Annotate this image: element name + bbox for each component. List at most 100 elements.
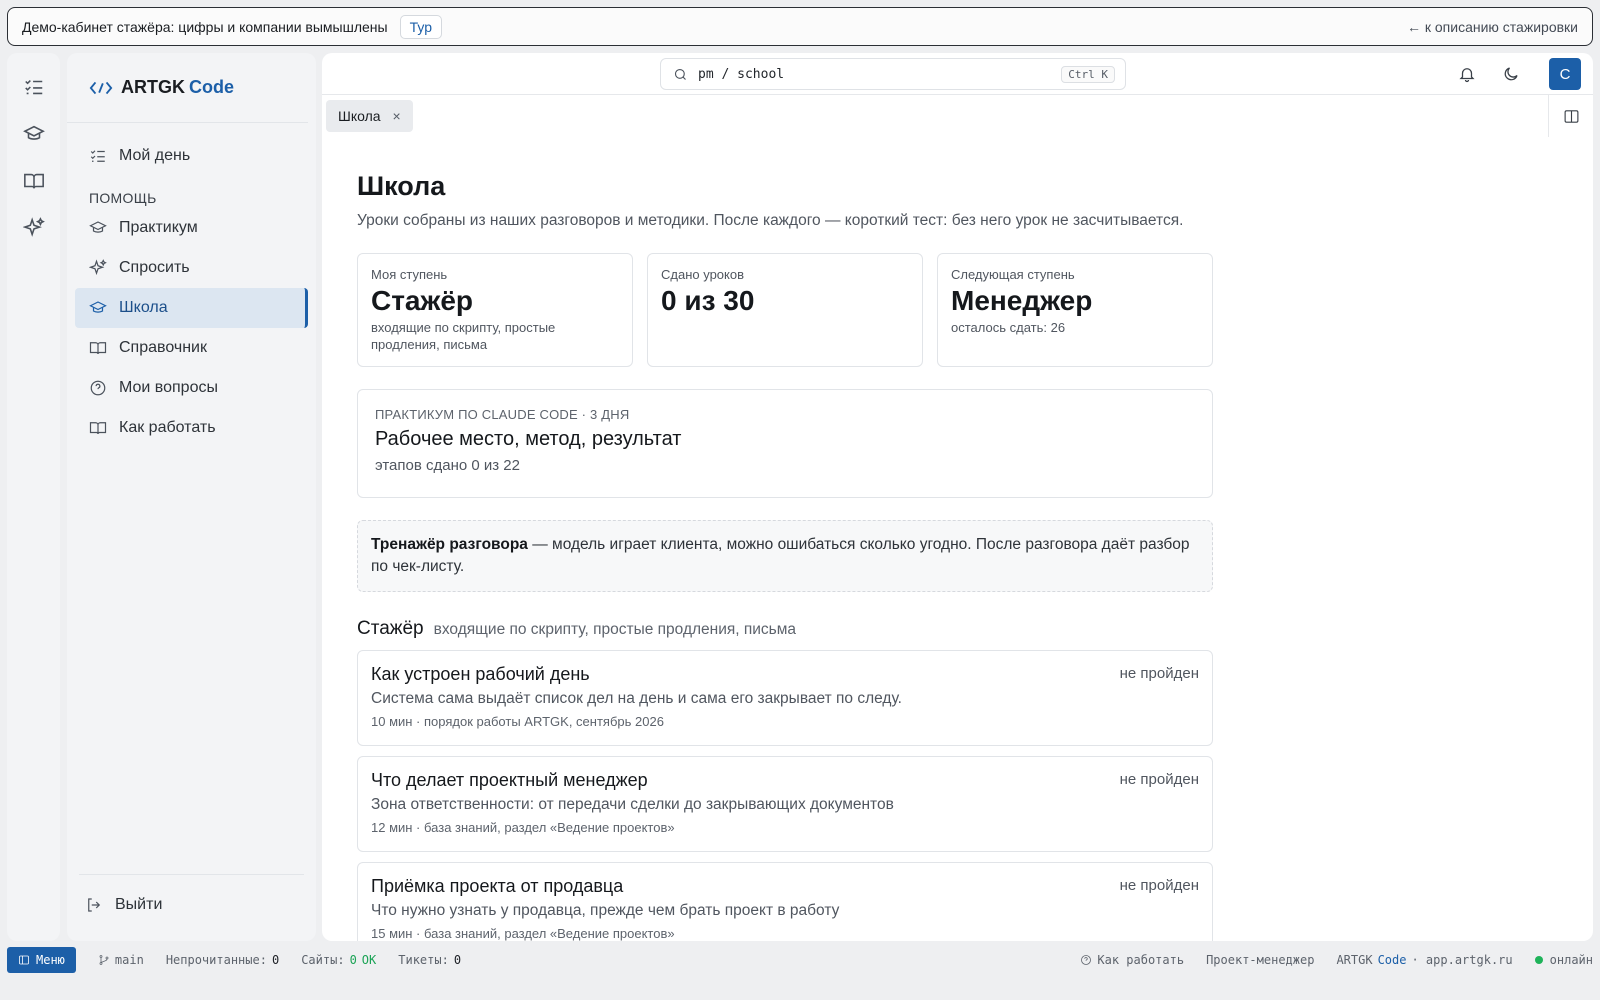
practicum-course-card[interactable]: ПРАКТИКУМ ПО CLAUDE CODE · 3 ДНЯ Рабочее… — [357, 389, 1213, 498]
sidebar-panel-icon — [19, 955, 29, 965]
lesson-card[interactable]: Что делает проектный менеджер Зона ответ… — [357, 756, 1213, 852]
tickets-count: 0 — [453, 953, 462, 967]
rail-ask-button[interactable] — [17, 211, 51, 245]
tab-close-icon[interactable]: × — [393, 108, 401, 124]
stat-label: Следующая ступень — [951, 267, 1075, 282]
sparkles-icon — [89, 259, 107, 276]
user-avatar[interactable]: С — [1549, 58, 1581, 90]
lesson-meta: 12 мин · база знаний, раздел «Ведение пр… — [371, 820, 675, 835]
split-view-button[interactable] — [1559, 104, 1583, 128]
sidebar-item-label: Как работать — [119, 419, 216, 436]
lesson-desc: Зона ответственности: от передачи сделки… — [371, 796, 894, 813]
git-branch[interactable]: main — [98, 953, 144, 967]
graduation-cap-icon — [22, 125, 45, 140]
book-open-icon — [23, 173, 44, 189]
checklist-icon — [24, 80, 42, 95]
how-to-work-label: Как работать — [1097, 953, 1185, 967]
tab-label: Школа — [338, 108, 381, 124]
lesson-card[interactable]: Как устроен рабочий день Система сама вы… — [357, 650, 1213, 746]
sites-label: Сайты: — [301, 953, 345, 967]
online-dot-icon — [1534, 956, 1543, 964]
question-circle-icon — [90, 380, 106, 396]
sites-count: 0 — [349, 953, 357, 967]
branch-name: main — [114, 953, 144, 967]
sidebar-item-how-to-work[interactable]: Как работать — [75, 408, 308, 448]
sidebar-section-help: ПОМОЩЬ — [89, 190, 157, 206]
menu-label: Меню — [36, 953, 65, 967]
status-brand-name: ARTGK — [1336, 953, 1373, 967]
stats-row: Моя ступень Стажёр входящие по скрипту, … — [357, 253, 1213, 367]
tour-button[interactable]: Тур — [399, 14, 442, 39]
stat-label: Моя ступень — [371, 267, 448, 282]
stat-value: Стажёр — [371, 285, 474, 316]
sparkles-icon — [22, 217, 45, 237]
lesson-status: не пройден — [1119, 665, 1199, 682]
lesson-meta: 15 мин · база знаний, раздел «Ведение пр… — [371, 926, 675, 941]
sidebar-item-ask[interactable]: Спросить — [75, 248, 308, 288]
rail-reference-button[interactable] — [17, 164, 51, 198]
unread-count: 0 — [271, 953, 280, 967]
logout-label: Выйти — [115, 896, 163, 913]
book-open-icon — [89, 342, 107, 355]
lesson-desc: Система сама выдаёт список дел на день и… — [371, 690, 902, 707]
rail-my-day-button[interactable] — [17, 70, 51, 104]
sites-counter[interactable]: Сайты: 0 OK — [301, 953, 376, 967]
rail-school-button[interactable] — [17, 117, 51, 151]
status-bar: Меню main Непрочитанные: 0 Сайты: 0 OK Т… — [7, 947, 1593, 973]
lesson-card[interactable]: Приёмка проекта от продавца Что нужно уз… — [357, 862, 1213, 941]
back-to-internship-link[interactable]: ← к описанию стажировки — [1407, 19, 1578, 35]
status-brand-accent: Code — [1377, 953, 1407, 967]
status-bar-right: Как работать Проект-менеджер ARTGK Code … — [1058, 953, 1593, 967]
course-eyebrow: ПРАКТИКУМ ПО CLAUDE CODE · 3 ДНЯ — [375, 407, 630, 422]
brand-name: ARTGK — [121, 77, 185, 97]
sidebar-item-label: Практикум — [119, 219, 198, 236]
book-open-icon — [89, 422, 107, 435]
sidebar-item-label: Мой день — [119, 147, 191, 164]
git-branch-icon — [99, 955, 109, 965]
notifications-button[interactable] — [1451, 58, 1483, 90]
search-input[interactable]: pm / school Ctrl K — [660, 58, 1126, 90]
sidebar-item-reference[interactable]: Справочник — [75, 328, 308, 368]
moon-icon — [1504, 67, 1518, 81]
conversation-trainer-card[interactable]: Тренажёр разговора — модель играет клиен… — [357, 520, 1213, 592]
level-heading: Стажёр входящие по скрипту, простые прод… — [357, 618, 1213, 640]
lesson-status: не пройден — [1119, 877, 1199, 894]
online-indicator: онлайн — [1534, 953, 1593, 967]
sidebar-item-practicum[interactable]: Практикум — [75, 208, 308, 248]
stat-label: Сдано уроков — [661, 267, 745, 282]
theme-toggle-button[interactable] — [1495, 58, 1527, 90]
course-progress: этапов сдано 0 из 22 — [375, 457, 520, 474]
logout-section: Выйти — [79, 874, 304, 925]
unread-counter[interactable]: Непрочитанные: 0 — [166, 953, 279, 967]
search-icon — [674, 68, 686, 80]
split-panel-icon — [1564, 109, 1578, 123]
course-title: Рабочее место, метод, результат — [375, 428, 682, 450]
tab-school[interactable]: Школа × — [326, 100, 413, 132]
tab-bar-divider — [1548, 95, 1549, 137]
tickets-counter[interactable]: Тикеты: 0 — [398, 953, 461, 967]
stat-value: Менеджер — [951, 285, 1093, 316]
how-to-work-link[interactable]: Как работать — [1080, 953, 1184, 967]
logout-button[interactable]: Выйти — [75, 885, 308, 925]
demo-banner: Демо-кабинет стажёра: цифры и компании в… — [7, 7, 1593, 46]
sidebar-item-my-questions[interactable]: Мои вопросы — [75, 368, 308, 408]
user-role: Проект-менеджер — [1206, 953, 1315, 967]
stat-desc: входящие по скрипту, простые продления, … — [371, 320, 556, 352]
tickets-label: Тикеты: — [398, 953, 449, 967]
stat-card-my-level: Моя ступень Стажёр входящие по скрипту, … — [357, 253, 633, 367]
top-bar: pm / school Ctrl K С — [322, 53, 1593, 95]
trainer-title: Тренажёр разговора — [371, 536, 528, 553]
bell-icon — [1459, 68, 1475, 83]
lesson-title: Как устроен рабочий день — [371, 664, 590, 684]
sidebar-item-school[interactable]: Школа — [75, 288, 308, 328]
lesson-title: Приёмка проекта от продавца — [371, 876, 624, 896]
menu-button[interactable]: Меню — [7, 947, 76, 973]
lesson-title: Что делает проектный менеджер — [371, 770, 648, 790]
tab-bar: Школа × — [322, 95, 1593, 137]
search-value: pm / school — [698, 66, 785, 82]
sidebar-item-my-day[interactable]: Мой день — [75, 136, 308, 176]
sidebar: ARTGK Code Мой день ПОМОЩЬ Практикум Спр… — [67, 53, 316, 941]
stat-desc: осталось сдать: 26 — [951, 320, 1066, 335]
icon-rail — [7, 53, 60, 941]
app-logo[interactable]: ARTGK Code — [67, 53, 308, 123]
